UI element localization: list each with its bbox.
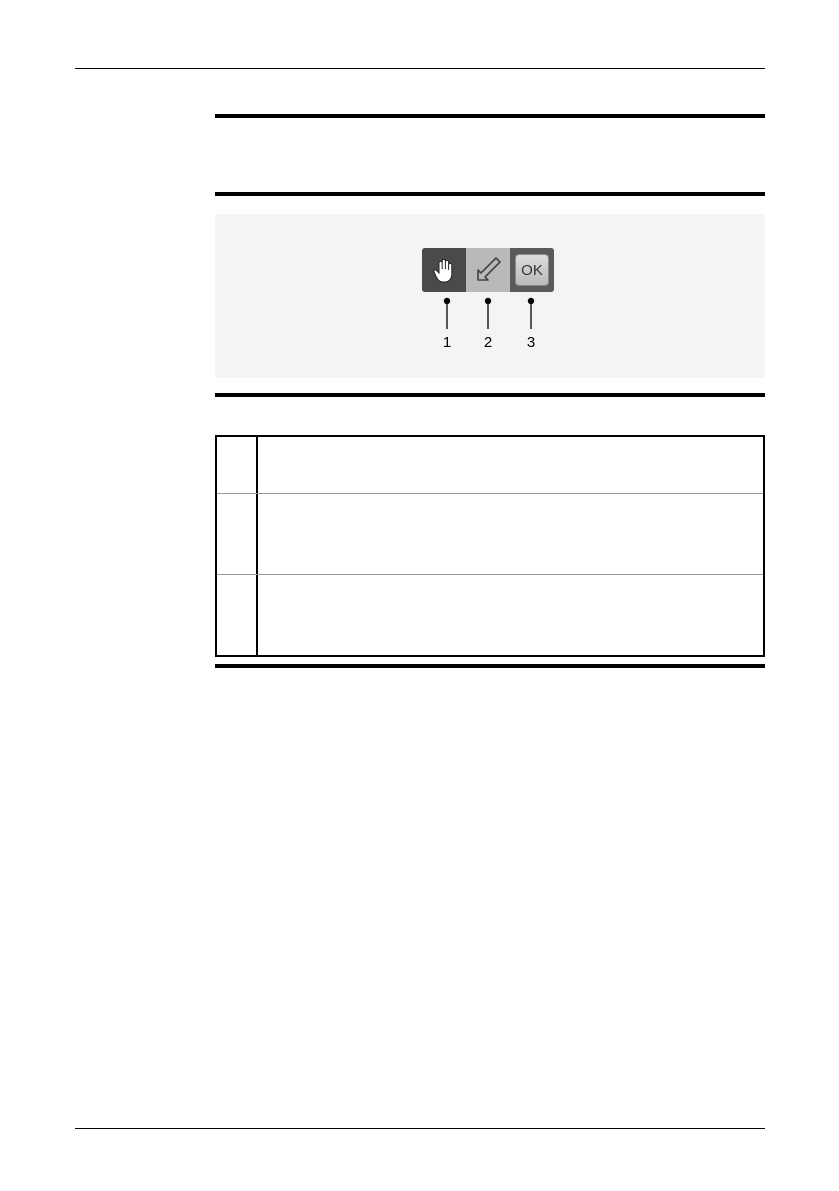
legend-row [217,574,763,656]
toolbar-figure: OK 1 2 3 [215,214,765,378]
legend-row-number [217,494,258,575]
section-mid-rule [215,192,765,196]
figure-bottom-rule [215,393,765,397]
table-bottom-rule [215,664,765,668]
legend-row-description [258,494,763,575]
legend-row [217,437,763,493]
callout-3-line [527,297,535,329]
legend-row-number [217,437,258,493]
legend-row-description [258,437,763,493]
legend-row [217,493,763,575]
section-top-rule [215,114,765,118]
callout-1-line [443,297,451,329]
page-header-rule [75,68,765,69]
callout-3-label: 3 [526,334,536,351]
legend-row-description [258,575,763,656]
callout-lines [443,297,535,329]
callout-2-label: 2 [483,334,493,351]
legend-table [215,435,765,657]
page-footer-rule [75,1128,765,1129]
legend-row-number [217,575,258,656]
callout-2-line [484,297,492,329]
callout-1-label: 1 [442,334,452,351]
